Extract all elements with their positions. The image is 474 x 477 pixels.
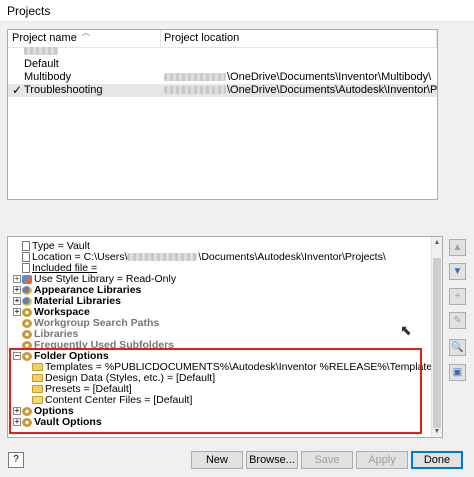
style-library-icon	[22, 274, 32, 284]
project-row[interactable]	[8, 45, 437, 58]
project-location: \OneDrive\Documents\Inventor\Multibody\	[164, 71, 431, 83]
projects-list[interactable]: Project name ︿ Project location Default …	[7, 29, 438, 200]
expand-icon[interactable]: +	[13, 286, 21, 295]
redacted-text	[127, 253, 198, 262]
document-icon	[22, 252, 30, 263]
active-project-check-icon: ✓	[12, 83, 23, 97]
project-row-selected[interactable]: ✓ Troubleshooting \OneDrive\Documents\Au…	[8, 83, 437, 97]
find-file-button[interactable]: 🔍	[449, 339, 466, 356]
edit-button[interactable]: ✎	[449, 312, 466, 329]
new-button[interactable]: New	[191, 451, 243, 469]
document-icon	[22, 263, 30, 274]
project-row[interactable]: Default	[8, 58, 437, 71]
mouse-cursor-icon: ⬉	[400, 322, 412, 338]
redacted-text	[164, 86, 226, 95]
column-header-project-name[interactable]: Project name	[12, 32, 77, 44]
window-title: Projects	[7, 4, 51, 18]
add-path-button[interactable]: +	[449, 288, 466, 305]
redacted-text	[24, 47, 58, 56]
column-header-project-location[interactable]: Project location	[164, 32, 239, 44]
scrollbar-thumb[interactable]	[433, 258, 441, 428]
project-name: Multibody	[24, 71, 72, 83]
material-icon	[22, 296, 32, 306]
browse-button[interactable]: Browse...	[246, 451, 298, 469]
gear-icon	[22, 329, 32, 339]
project-name: Default	[24, 58, 59, 70]
save-button[interactable]: Save	[301, 451, 353, 469]
project-location: \OneDrive\Documents\Autodesk\Inventor\Pr…	[164, 84, 437, 96]
help-button[interactable]: ?	[8, 452, 24, 468]
appearance-icon	[22, 285, 32, 295]
sort-ascending-icon: ︿	[82, 29, 90, 37]
apply-button[interactable]: Apply	[356, 451, 408, 469]
expand-icon[interactable]: +	[13, 297, 21, 306]
gear-icon	[22, 307, 32, 317]
project-row[interactable]: Multibody \OneDrive\Documents\Inventor\M…	[8, 71, 437, 84]
gear-icon	[22, 318, 32, 328]
done-button[interactable]: Done	[411, 451, 463, 469]
tree-vertical-scrollbar[interactable]: ▲ ▼	[431, 237, 442, 437]
redacted-text	[164, 73, 226, 82]
expand-icon[interactable]: +	[13, 308, 21, 317]
expand-icon[interactable]: +	[13, 275, 21, 284]
move-up-button[interactable]: ▲	[449, 239, 466, 256]
scroll-down-arrow-icon[interactable]: ▼	[432, 426, 442, 437]
folder-options-highlight	[9, 348, 422, 434]
project-name: Troubleshooting	[24, 84, 103, 96]
save-image-button[interactable]: ▣	[449, 364, 466, 381]
document-icon	[22, 241, 30, 252]
title-bar: Projects	[0, 0, 474, 22]
scroll-up-arrow-icon[interactable]: ▲	[432, 237, 442, 248]
project-name	[24, 45, 59, 57]
move-down-button[interactable]: ▼	[449, 263, 466, 280]
